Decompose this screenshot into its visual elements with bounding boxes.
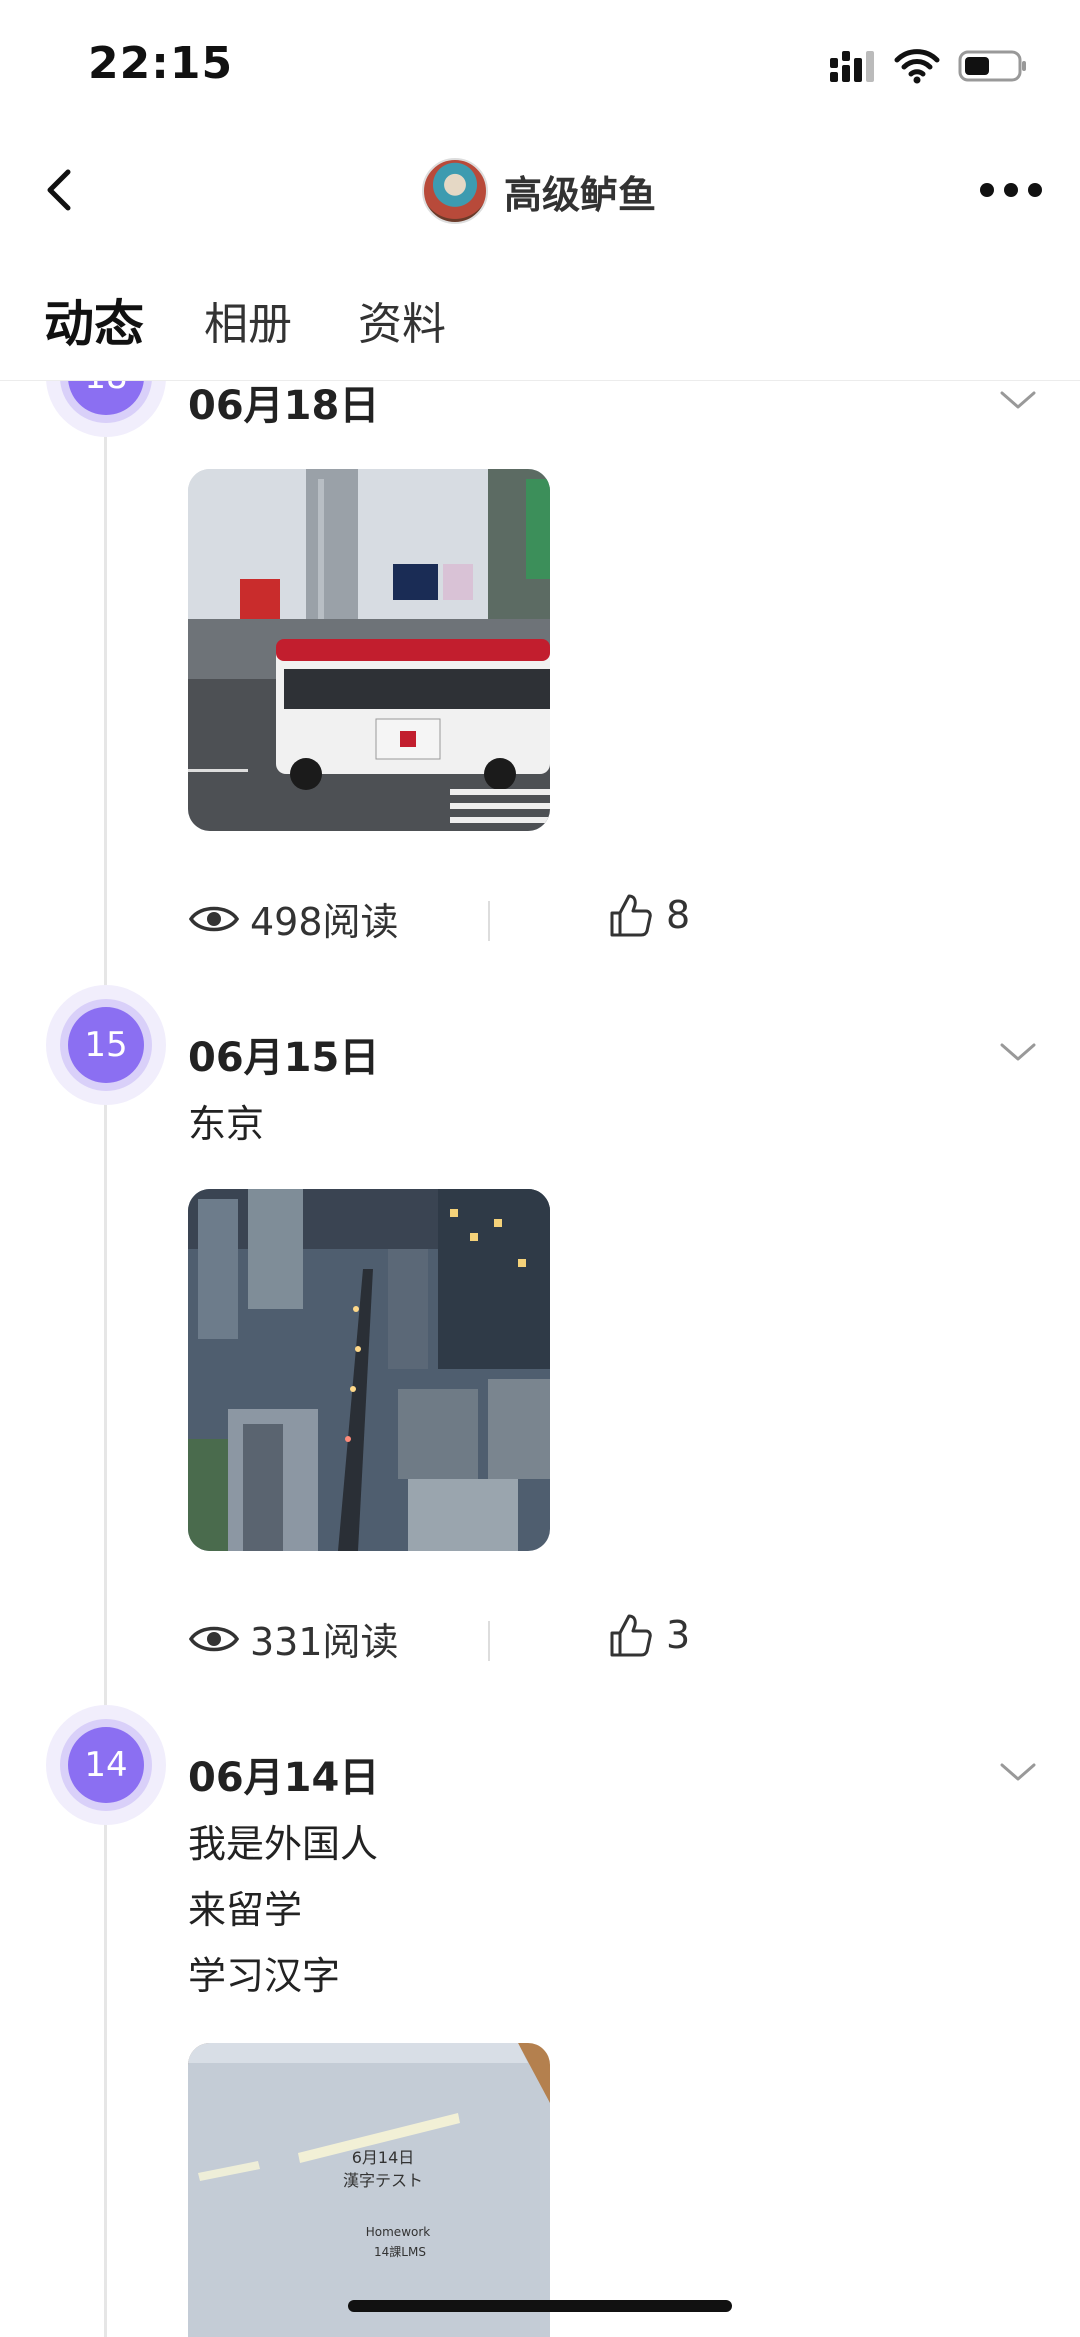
whiteboard-text: 6月14日: [352, 2148, 415, 2167]
home-indicator[interactable]: [348, 2300, 732, 2312]
timeline-feed[interactable]: 18 06月18日: [0, 381, 1080, 2337]
tab-moments[interactable]: 动态: [44, 284, 144, 356]
tab-moments-label: 动态: [44, 295, 144, 353]
battery-icon: [958, 50, 1026, 82]
post-stats: 498阅读 8: [188, 891, 728, 951]
views-label: 331阅读: [250, 1620, 399, 1664]
post-text: 东京: [188, 1091, 264, 1157]
city-aerial-photo: [188, 1189, 550, 1551]
cellular-signal-icon: [830, 51, 874, 82]
whiteboard-photo: 6月14日 漢字テスト Homework 14課LMS: [188, 2043, 550, 2337]
views-count: 331阅读: [188, 1611, 399, 1666]
likes-count: 8: [666, 893, 691, 937]
like-button[interactable]: 3: [606, 1611, 690, 1659]
day-badge-number: 15: [68, 1007, 144, 1083]
more-options-button[interactable]: [976, 170, 1046, 210]
username: 高级鲈鱼: [504, 172, 657, 217]
post-text-line: 学习汉字: [188, 1954, 341, 1998]
chevron-down-icon[interactable]: [996, 1757, 1040, 1787]
chevron-down-icon[interactable]: [996, 385, 1040, 415]
header: 高级鲈鱼: [0, 140, 1080, 240]
whiteboard-text: Homework: [366, 2225, 431, 2239]
tab-profile-info[interactable]: 资料: [358, 288, 446, 352]
eye-icon: [188, 906, 240, 931]
thumbs-up-icon: [610, 894, 652, 937]
status-time: 22:15: [88, 38, 234, 89]
tab-profile-info-label: 资料: [358, 299, 446, 350]
day-badge-number: 18: [68, 381, 144, 415]
day-badge: 15: [46, 985, 166, 1105]
wifi-icon: [894, 49, 940, 84]
tab-album-label: 相册: [204, 299, 292, 350]
day-badge: 14: [46, 1705, 166, 1825]
chevron-down-icon[interactable]: [996, 1037, 1040, 1067]
post-date: 06月18日: [188, 383, 380, 429]
eye-icon: [188, 1626, 240, 1651]
status-bar: 22:15: [0, 0, 1080, 140]
post-date: 06月14日: [188, 1755, 380, 1801]
day-badge: 18: [46, 381, 166, 437]
avatar[interactable]: [422, 158, 488, 224]
likes-count: 3: [666, 1613, 691, 1657]
status-icons: [828, 48, 1028, 84]
stats-divider: [488, 1621, 490, 1661]
post-stats: 331阅读 3: [188, 1611, 728, 1671]
profile-page: 22:15 高级鲈鱼 动态 相册 资料 06月18日 498阅读 8 15 06…: [0, 0, 1080, 2337]
post-date: 06月15日: [188, 1035, 380, 1081]
post-photo[interactable]: [188, 469, 550, 831]
tab-bar: 动态 相册 资料: [0, 270, 1080, 381]
stats-divider: [488, 901, 490, 941]
whiteboard-text: 漢字テスト: [343, 2171, 423, 2190]
thumbs-up-icon: [610, 1614, 652, 1657]
day-badge-number: 14: [68, 1727, 144, 1803]
tab-album[interactable]: 相册: [204, 288, 292, 352]
back-button[interactable]: [34, 162, 90, 218]
post-text-line: 东京: [188, 1102, 265, 1146]
whiteboard-text: 14課LMS: [374, 2244, 426, 2259]
post-text-line: 来留学: [188, 1888, 303, 1932]
views-label: 498阅读: [250, 900, 399, 944]
profile-header[interactable]: 高级鲈鱼: [422, 158, 656, 224]
post-text-line: 我是外国人: [188, 1822, 379, 1866]
post-photo[interactable]: [188, 1189, 550, 1551]
like-button[interactable]: 8: [606, 891, 690, 939]
post-photo[interactable]: 6月14日 漢字テスト Homework 14課LMS: [188, 2043, 550, 2337]
post-text: 我是外国人 来留学 学习汉字: [188, 1811, 378, 2009]
timeline-line: [104, 381, 107, 2337]
street-bus-photo: [188, 469, 550, 831]
views-count: 498阅读: [188, 891, 399, 946]
